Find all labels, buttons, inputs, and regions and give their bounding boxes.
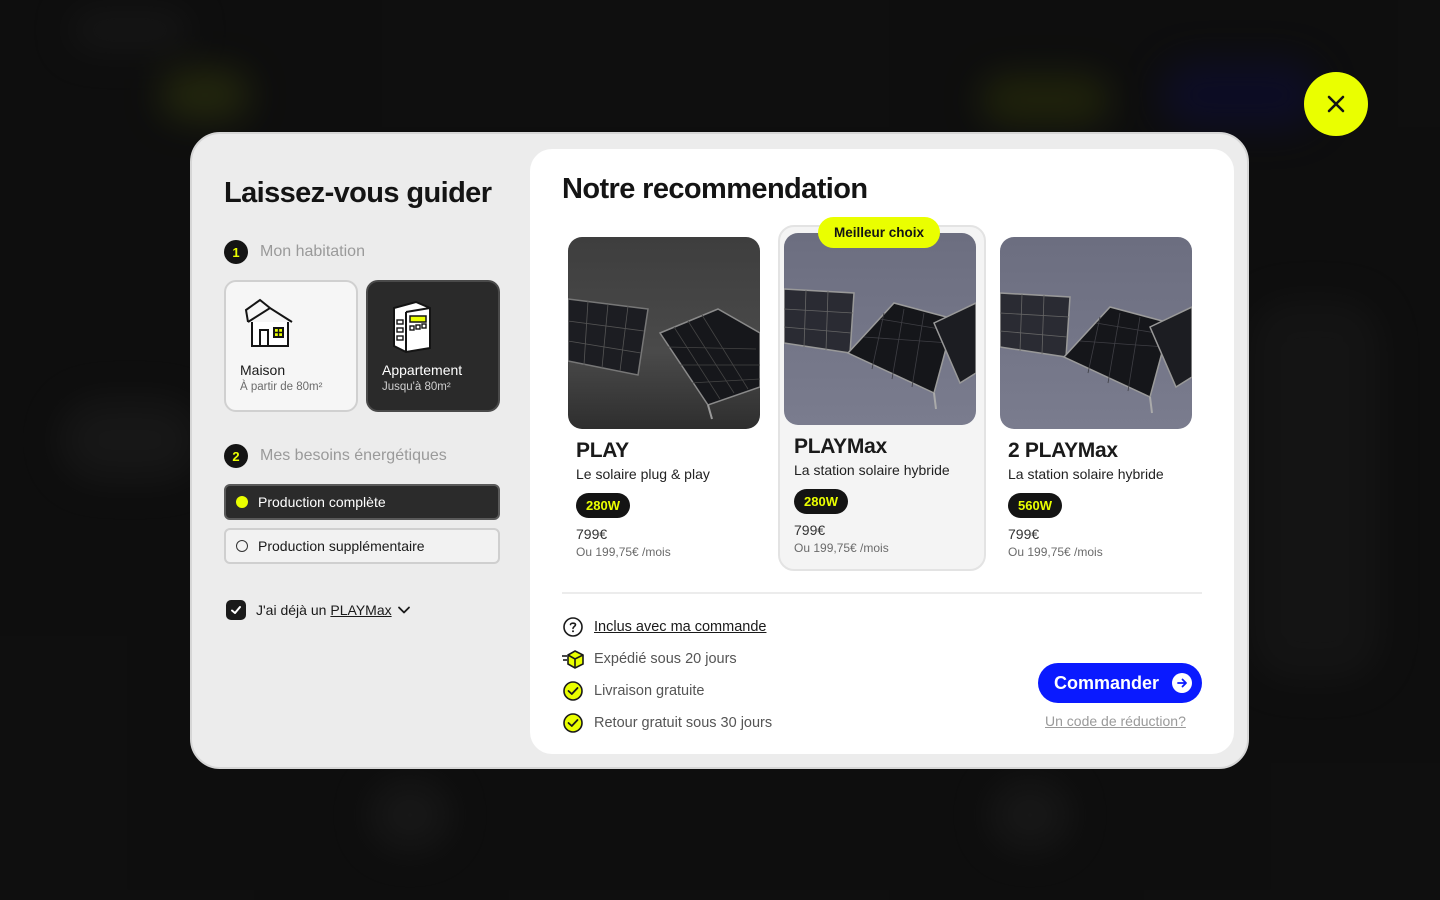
guide-title: Laissez-vous guider bbox=[224, 177, 492, 209]
product-card-playmax[interactable]: Meilleur choix PLAYMax La station solair… bbox=[778, 217, 986, 571]
product-tagline: La station solaire hybride bbox=[794, 462, 950, 478]
product-photo bbox=[568, 237, 760, 429]
power-badge: 280W bbox=[794, 489, 848, 514]
product-name: PLAYMax bbox=[794, 435, 887, 458]
step-number: 2 bbox=[224, 444, 248, 468]
owned-product-select[interactable]: PLAYMax bbox=[330, 602, 391, 618]
divider bbox=[562, 592, 1202, 594]
included-heading[interactable]: Inclus avec ma commande bbox=[562, 611, 772, 643]
building-icon bbox=[393, 300, 431, 354]
chevron-down-icon[interactable] bbox=[396, 602, 412, 618]
housing-option-appartement[interactable]: Appartement Jusqu'à 80m² bbox=[366, 280, 500, 412]
product-monthly-price: Ou 199,75€ /mois bbox=[1008, 545, 1103, 559]
product-cards: PLAY Le solaire plug & play 280W 799€ Ou… bbox=[562, 217, 1202, 577]
order-button[interactable]: Commander bbox=[1038, 663, 1202, 703]
feature-label: Livraison gratuite bbox=[594, 683, 705, 699]
product-name: PLAY bbox=[576, 439, 629, 462]
housing-option-maison[interactable]: Maison À partir de 80m² bbox=[224, 280, 358, 412]
need-option-label: Production supplémentaire bbox=[258, 538, 425, 554]
power-badge: 560W bbox=[1008, 493, 1062, 518]
solar-panel-image bbox=[1000, 292, 1192, 414]
product-monthly-price: Ou 199,75€ /mois bbox=[794, 541, 889, 555]
feature-item: Expédié sous 20 jours bbox=[562, 643, 772, 675]
step-number: 1 bbox=[224, 240, 248, 264]
check-circle-icon bbox=[562, 680, 584, 702]
radio-empty-icon bbox=[236, 540, 248, 552]
need-option-complete[interactable]: Production complète bbox=[224, 484, 500, 520]
step-energy-needs: 2 Mes besoins énergétiques bbox=[224, 444, 500, 468]
owned-checkbox[interactable] bbox=[226, 600, 246, 620]
house-icon bbox=[244, 298, 293, 347]
need-option-label: Production complète bbox=[258, 494, 386, 510]
guide-modal: Laissez-vous guider 1 Mon habitation Mai… bbox=[190, 132, 1249, 769]
solar-panel-image bbox=[568, 298, 760, 420]
product-price: 799€ bbox=[576, 526, 608, 542]
product-tagline: Le solaire plug & play bbox=[576, 466, 710, 482]
guide-panel: Laissez-vous guider 1 Mon habitation Mai… bbox=[224, 174, 500, 620]
close-button[interactable] bbox=[1304, 72, 1368, 136]
product-monthly-price: Ou 199,75€ /mois bbox=[576, 545, 671, 559]
close-icon bbox=[1327, 95, 1345, 113]
step-label: Mon habitation bbox=[260, 243, 365, 260]
need-option-supplementaire[interactable]: Production supplémentaire bbox=[224, 528, 500, 564]
feature-item: Retour gratuit sous 30 jours bbox=[562, 707, 772, 739]
power-badge: 280W bbox=[576, 493, 630, 518]
housing-sub: À partir de 80m² bbox=[240, 381, 323, 393]
arrow-right-icon bbox=[1172, 673, 1192, 693]
included-features: Inclus avec ma commande Expédié sous 20 … bbox=[562, 611, 772, 739]
step-housing: 1 Mon habitation bbox=[224, 240, 500, 264]
housing-name: Appartement bbox=[382, 362, 463, 378]
recommendation-panel: Notre recommendation PLAY Le solaire plu… bbox=[530, 149, 1234, 754]
feature-item: Livraison gratuite bbox=[562, 675, 772, 707]
owned-prefix: J'ai déjà un bbox=[256, 602, 327, 618]
best-choice-badge: Meilleur choix bbox=[818, 217, 941, 248]
feature-label: Retour gratuit sous 30 jours bbox=[594, 715, 773, 731]
solar-panel-image bbox=[784, 288, 976, 410]
radio-selected-icon bbox=[236, 496, 248, 508]
product-photo bbox=[784, 233, 976, 425]
recommendation-title: Notre recommendation bbox=[562, 173, 868, 205]
housing-name: Maison bbox=[240, 362, 286, 378]
step-label: Mes besoins énergétiques bbox=[260, 447, 447, 464]
shipping-box-icon bbox=[562, 648, 584, 670]
promo-code-link[interactable]: Un code de réduction? bbox=[1045, 713, 1186, 729]
feature-label: Expédié sous 20 jours bbox=[594, 651, 737, 667]
housing-sub: Jusqu'à 80m² bbox=[382, 381, 451, 393]
product-price: 799€ bbox=[1008, 526, 1040, 542]
product-photo bbox=[1000, 237, 1192, 429]
already-own-toggle[interactable]: J'ai déjà un PLAYMax bbox=[224, 600, 500, 620]
product-card-play[interactable]: PLAY Le solaire plug & play 280W 799€ Ou… bbox=[562, 231, 770, 577]
check-circle-icon bbox=[562, 712, 584, 734]
included-heading-link[interactable]: Inclus avec ma commande bbox=[594, 619, 766, 635]
question-circle-icon bbox=[562, 616, 584, 638]
product-card-2-playmax[interactable]: 2 PLAYMax La station solaire hybride 560… bbox=[994, 231, 1202, 577]
product-tagline: La station solaire hybride bbox=[1008, 466, 1164, 482]
order-button-label: Commander bbox=[1054, 672, 1160, 693]
checkmark-icon bbox=[231, 606, 241, 614]
product-price: 799€ bbox=[794, 522, 826, 538]
housing-options: Maison À partir de 80m² Appartement Jusq… bbox=[224, 280, 500, 412]
product-name: 2 PLAYMax bbox=[1008, 439, 1118, 462]
